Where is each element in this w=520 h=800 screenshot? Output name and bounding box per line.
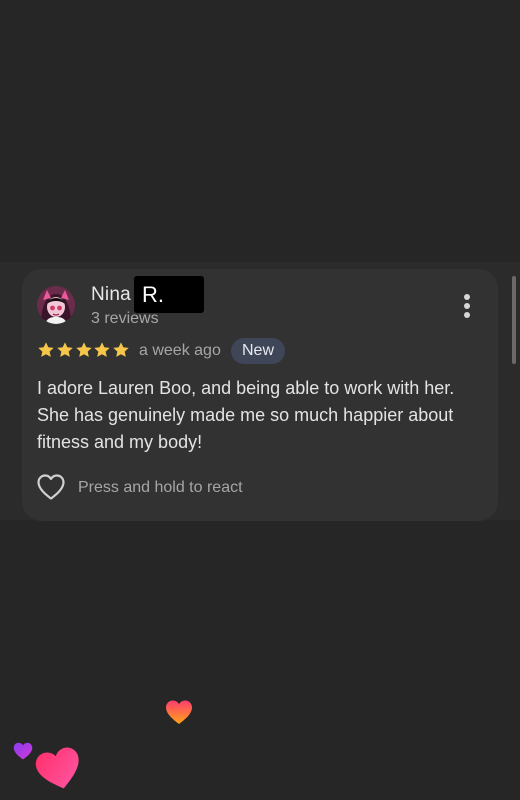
star-icon	[57, 342, 73, 357]
star-icon	[38, 342, 54, 357]
heart-icon	[166, 700, 192, 724]
review-count[interactable]: 3 reviews	[91, 310, 159, 328]
new-badge: New	[231, 338, 286, 364]
react-label: Press and hold to react	[78, 479, 243, 496]
heart-outline-icon	[37, 474, 65, 500]
redacted-last-name: R.	[134, 276, 204, 313]
avatar[interactable]	[37, 286, 75, 324]
more-options-button[interactable]	[452, 291, 482, 321]
review-date: a week ago	[139, 342, 221, 359]
scrollbar[interactable]	[512, 276, 516, 364]
more-vertical-icon-dot	[464, 312, 470, 318]
heart-icon	[35, 747, 79, 789]
review-text: I adore Lauren Boo, and being able to wo…	[37, 378, 455, 452]
star-icon	[75, 342, 92, 357]
star-icon	[113, 342, 129, 357]
review-card: Nina R. 3 reviews a week ago New I adore…	[22, 269, 498, 521]
author-name[interactable]: Nina	[91, 284, 131, 306]
more-vertical-icon-dot	[464, 303, 470, 309]
star-icon	[94, 342, 111, 357]
more-vertical-icon	[464, 294, 470, 300]
star-rating	[37, 339, 131, 363]
page: Nina R. 3 reviews a week ago New I adore…	[0, 0, 520, 800]
